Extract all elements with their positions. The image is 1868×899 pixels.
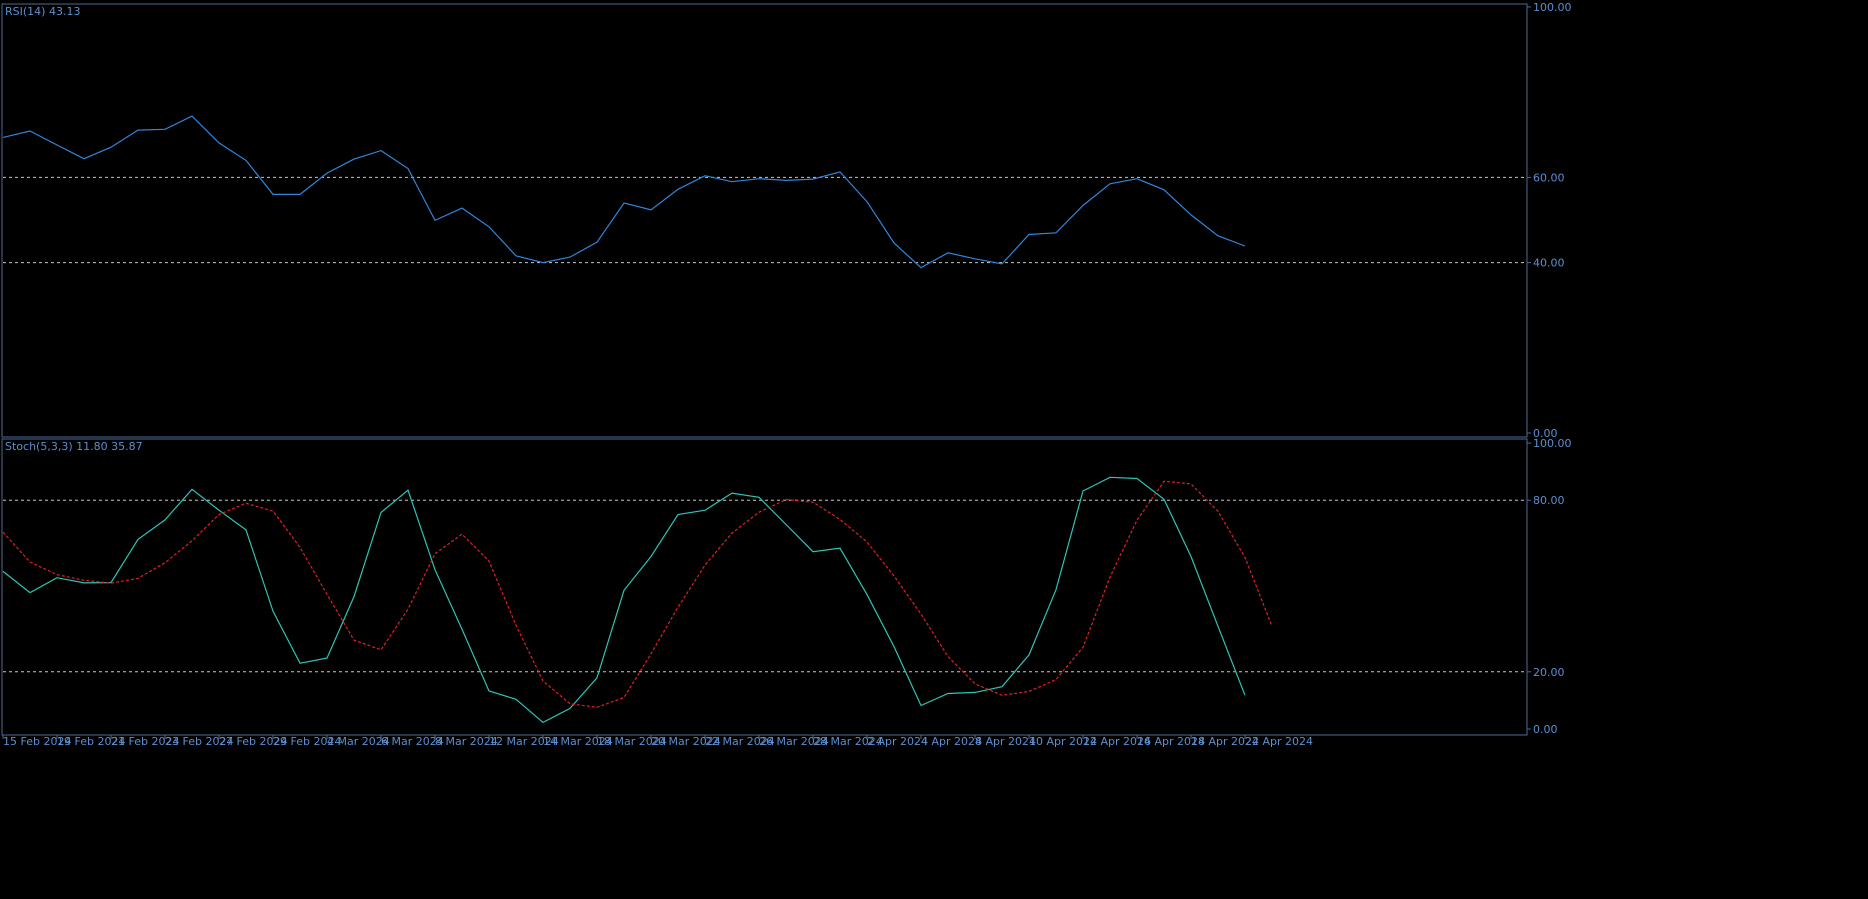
y-tick-label-stoch: 100.00 bbox=[1533, 437, 1572, 450]
chart-background bbox=[0, 0, 1868, 895]
indicator-chart: 100.00 60.00 40.00 0.00 RSI(14) 43.13 100.00 8… bbox=[0, 0, 1868, 895]
x-tick-label: 2 Apr 2024 bbox=[867, 735, 928, 748]
y-tick-label-stoch: 0.00 bbox=[1533, 723, 1558, 736]
y-tick-label-rsi: 60.00 bbox=[1533, 171, 1565, 184]
y-tick-label-rsi: 100.00 bbox=[1533, 1, 1572, 14]
x-tick-label: 4 Apr 2024 bbox=[921, 735, 982, 748]
panel-label-stoch: Stoch(5,3,3) 11.80 35.87 bbox=[5, 440, 143, 453]
y-tick-label-stoch: 20.00 bbox=[1533, 666, 1565, 679]
x-tick-label: 22 Apr 2024 bbox=[1245, 735, 1313, 748]
chart-svg: 100.00 60.00 40.00 0.00 RSI(14) 43.13 100.00 8… bbox=[0, 0, 1868, 895]
y-tick-label-rsi: 40.00 bbox=[1533, 257, 1565, 270]
panel-label-rsi: RSI(14) 43.13 bbox=[5, 5, 80, 18]
y-tick-label-stoch: 80.00 bbox=[1533, 494, 1565, 507]
x-tick-label: 8 Apr 2024 bbox=[975, 735, 1036, 748]
